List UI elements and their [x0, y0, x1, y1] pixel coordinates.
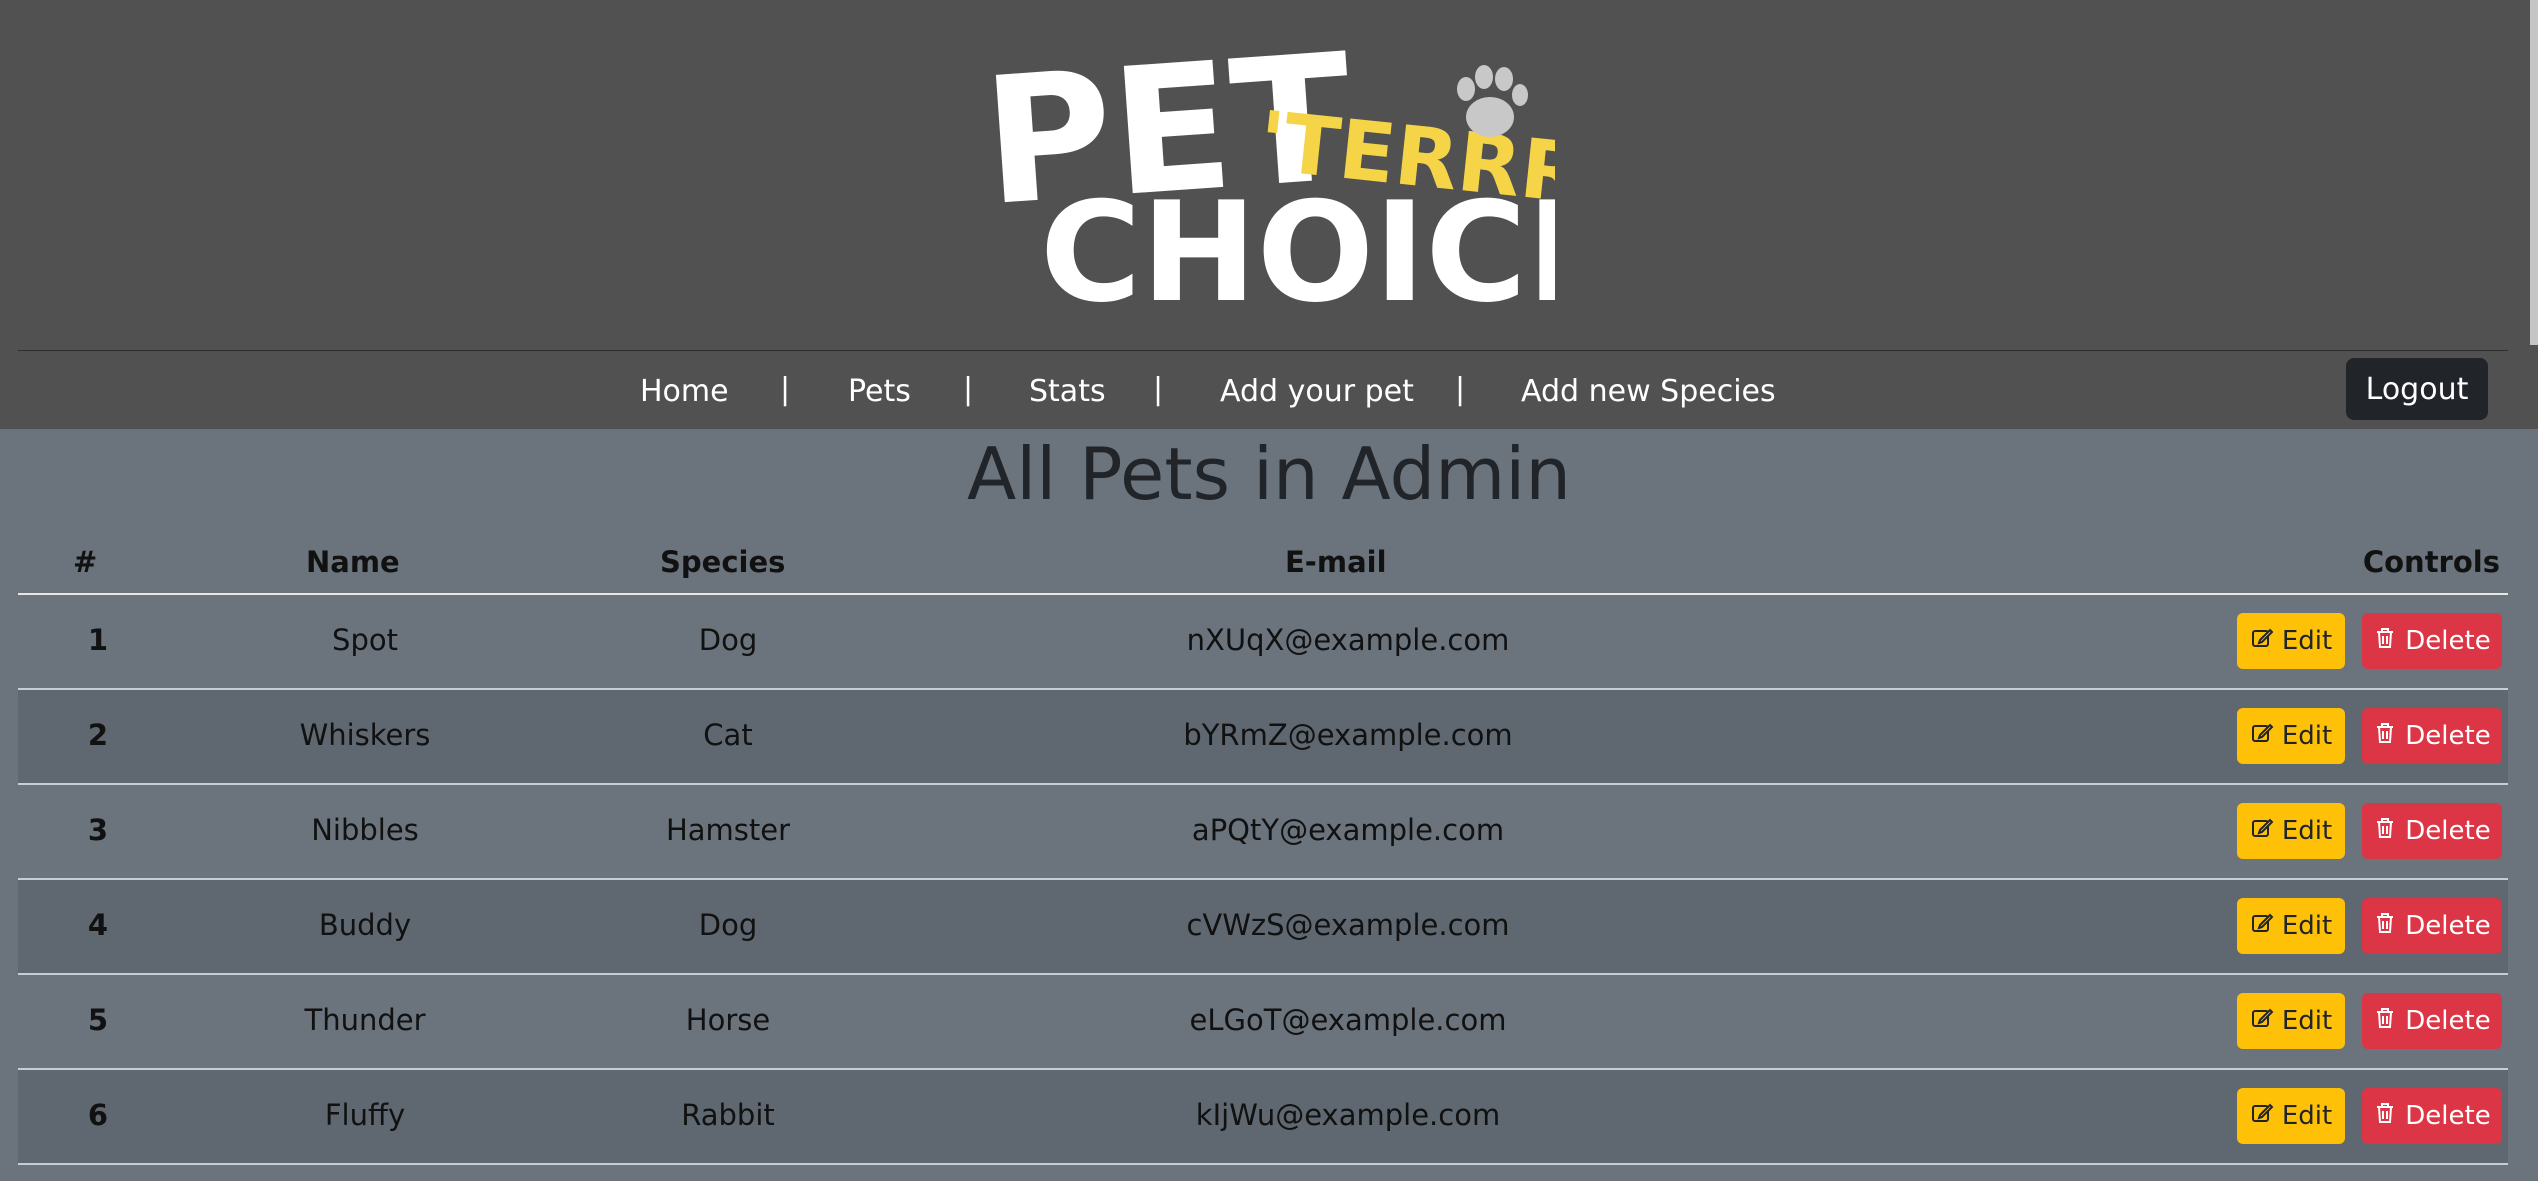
delete-label: Delete [2405, 911, 2491, 941]
cell-species: Horse [685, 1003, 771, 1037]
pencil-square-icon [2250, 816, 2274, 847]
col-header-email: E-mail [1285, 545, 1387, 579]
table-row: 5 Thunder Horse eLGoT@example.com Edit Delete [18, 975, 2508, 1070]
pencil-square-icon [2250, 721, 2274, 752]
pencil-square-icon [2250, 911, 2274, 942]
nav-home-link[interactable]: Home [640, 374, 729, 409]
delete-button[interactable]: Delete [2362, 993, 2502, 1049]
cell-num: 4 [87, 908, 109, 942]
edit-label: Edit [2281, 911, 2333, 941]
table-row: 3 Nibbles Hamster aPQtY@example.com Edit Dele… [18, 785, 2508, 880]
trash-icon [2373, 911, 2397, 942]
cell-num: 2 [87, 718, 109, 752]
delete-label: Delete [2405, 1101, 2491, 1131]
delete-button[interactable]: Delete [2362, 1088, 2502, 1144]
table-row: 6 Fluffy Rabbit kIjWu@example.com Edit Delete [18, 1070, 2508, 1165]
cell-email: aPQtY@example.com [1191, 813, 1505, 847]
trash-icon [2373, 1006, 2397, 1037]
edit-button[interactable]: Edit [2237, 708, 2345, 764]
cell-species: Rabbit [681, 1098, 775, 1132]
svg-text:CHOICE: CHOICE [1040, 172, 1555, 315]
delete-button[interactable]: Delete [2362, 708, 2502, 764]
site-logo[interactable]: PET 'TERRR CHOICE [985, 25, 1555, 315]
cell-email: cVWzS@example.com [1186, 908, 1510, 942]
table-row: 4 Buddy Dog cVWzS@example.com Edit Delete [18, 880, 2508, 975]
delete-label: Delete [2405, 721, 2491, 751]
nav-stats-link[interactable]: Stats [1029, 374, 1106, 409]
cell-species: Cat [703, 718, 753, 752]
nav-separator: | [963, 372, 974, 407]
delete-label: Delete [2405, 1006, 2491, 1036]
main-nav: Home | Pets | Stats | Add your pet | Add… [0, 352, 2538, 428]
table-header: # Name Species E-mail Controls [18, 535, 2508, 595]
nav-add-species-link[interactable]: Add new Species [1521, 374, 1776, 409]
delete-button[interactable]: Delete [2362, 613, 2502, 669]
site-header: PET 'TERRR CHOICE Home | Pets | Stats | … [0, 0, 2538, 429]
cell-name: Thunder [304, 1003, 426, 1037]
logo-graphic: PET 'TERRR CHOICE [985, 25, 1555, 315]
edit-label: Edit [2281, 626, 2333, 656]
trash-icon [2373, 1101, 2397, 1132]
cell-email: bYRmZ@example.com [1183, 718, 1513, 752]
edit-button[interactable]: Edit [2237, 993, 2345, 1049]
col-header-name: Name [306, 545, 400, 579]
logout-button[interactable]: Logout [2346, 358, 2488, 420]
edit-button[interactable]: Edit [2237, 613, 2345, 669]
pets-table: # Name Species E-mail Controls 1 Spot Dog n… [18, 535, 2508, 1165]
cell-num: 1 [87, 623, 109, 657]
cell-species: Hamster [665, 813, 791, 847]
scrollbar-thumb[interactable] [2530, 0, 2538, 345]
cell-species: Dog [698, 908, 758, 942]
edit-button[interactable]: Edit [2237, 803, 2345, 859]
cell-email: nXUqX@example.com [1186, 623, 1510, 657]
edit-button[interactable]: Edit [2237, 1088, 2345, 1144]
table-row: 2 Whiskers Cat bYRmZ@example.com Edit Delete [18, 690, 2508, 785]
cell-species: Dog [698, 623, 758, 657]
edit-label: Edit [2281, 1101, 2333, 1131]
delete-label: Delete [2405, 816, 2491, 846]
nav-separator: | [1455, 372, 1466, 407]
table-row: 1 Spot Dog nXUqX@example.com Edit Delete [18, 595, 2508, 690]
trash-icon [2373, 816, 2397, 847]
cell-num: 6 [87, 1098, 109, 1132]
cell-name: Nibbles [311, 813, 419, 847]
delete-button[interactable]: Delete [2362, 803, 2502, 859]
table-body: 1 Spot Dog nXUqX@example.com Edit Delete 2 Whis… [18, 595, 2508, 1165]
edit-button[interactable]: Edit [2237, 898, 2345, 954]
cell-name: Whiskers [299, 718, 431, 752]
col-header-num: # [73, 545, 98, 579]
trash-icon [2373, 626, 2397, 657]
nav-separator: | [780, 372, 791, 407]
col-header-species: Species [660, 545, 786, 579]
cell-name: Spot [332, 623, 398, 657]
edit-label: Edit [2281, 1006, 2333, 1036]
nav-separator: | [1153, 372, 1164, 407]
cell-email: kIjWu@example.com [1195, 1098, 1501, 1132]
delete-button[interactable]: Delete [2362, 898, 2502, 954]
page-title: All Pets in Admin [967, 432, 1571, 516]
col-header-controls: Controls [2362, 545, 2500, 579]
edit-label: Edit [2281, 721, 2333, 751]
pencil-square-icon [2250, 626, 2274, 657]
cell-num: 5 [87, 1003, 109, 1037]
nav-pets-link[interactable]: Pets [848, 374, 911, 409]
pencil-square-icon [2250, 1006, 2274, 1037]
edit-label: Edit [2281, 816, 2333, 846]
trash-icon [2373, 721, 2397, 752]
delete-label: Delete [2405, 626, 2491, 656]
pencil-square-icon [2250, 1101, 2274, 1132]
cell-email: eLGoT@example.com [1189, 1003, 1507, 1037]
nav-add-pet-link[interactable]: Add your pet [1220, 374, 1414, 409]
cell-name: Fluffy [324, 1098, 406, 1132]
cell-name: Buddy [318, 908, 412, 942]
cell-num: 3 [87, 813, 109, 847]
header-divider [18, 350, 2508, 351]
